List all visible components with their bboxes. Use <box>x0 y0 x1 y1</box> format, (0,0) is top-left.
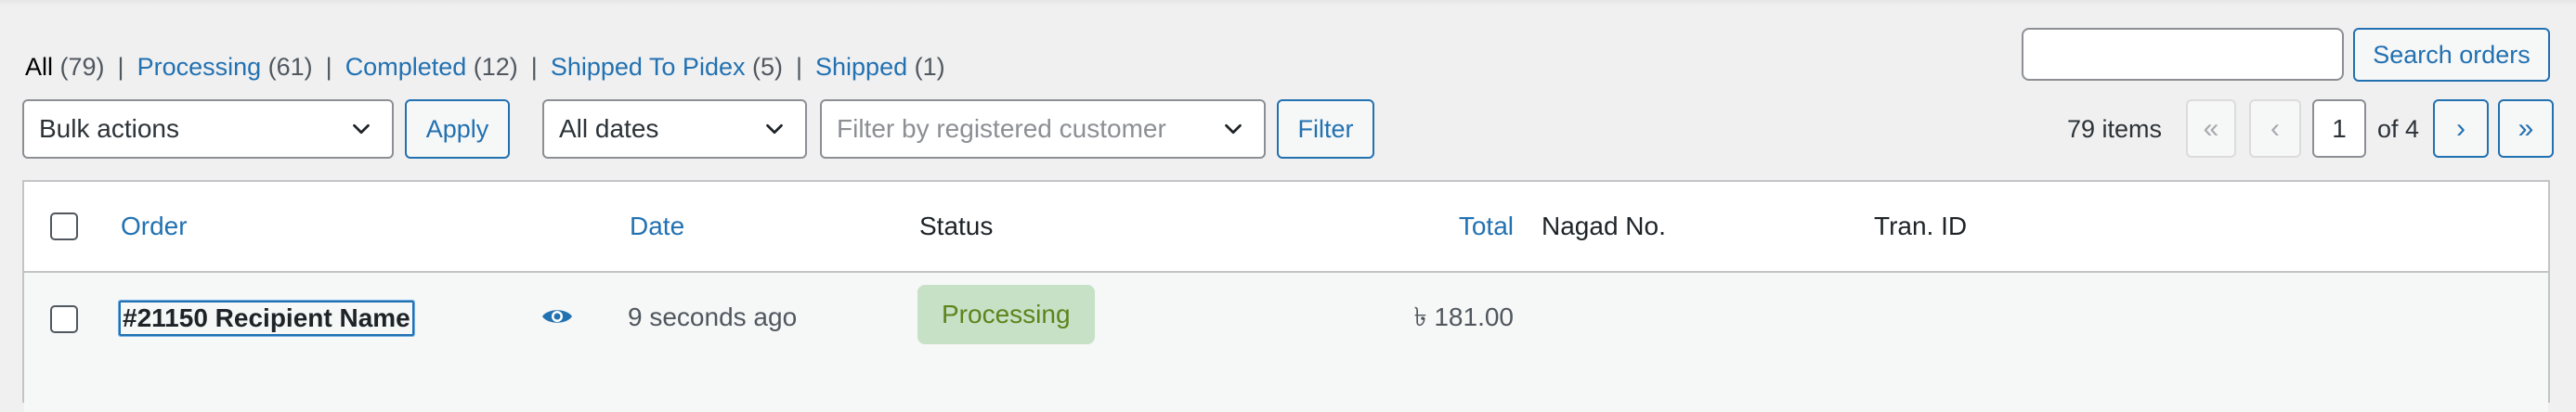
chevron-down-icon <box>1225 123 1242 135</box>
total-pages-text: of 4 <box>2377 115 2420 143</box>
status-badge: Processing <box>917 285 1095 344</box>
orders-table: Order Date Status Total Nagad No. Tran. … <box>22 180 2550 412</box>
dates-select[interactable]: All dates <box>542 99 807 159</box>
row-checkbox[interactable] <box>50 305 78 333</box>
column-total[interactable]: Total <box>1231 208 1514 245</box>
column-nagad-no: Nagad No. <box>1542 212 1666 240</box>
apply-button[interactable]: Apply <box>405 99 510 159</box>
filter-shipped[interactable]: Shipped (1) <box>815 53 945 81</box>
table-header: Order Date Status Total Nagad No. Tran. … <box>24 182 2548 273</box>
customer-filter-select[interactable]: Filter by registered customer <box>820 99 1266 159</box>
filter-shipped-to-pidex-label: Shipped To Pidex <box>550 53 746 81</box>
last-page-button[interactable]: » <box>2498 99 2554 158</box>
dates-value: All dates <box>559 114 659 143</box>
separator: | <box>325 53 332 81</box>
search-orders-button[interactable]: Search orders <box>2353 28 2550 82</box>
status-filter-links: All (79) | Processing (61) | Completed (12) |… <box>25 48 945 85</box>
select-all-checkbox[interactable] <box>50 212 78 240</box>
prev-page-button: ‹ <box>2249 99 2301 158</box>
filter-all-label: All <box>25 53 54 81</box>
filter-button[interactable]: Filter <box>1277 99 1374 159</box>
filter-shipped-to-pidex[interactable]: Shipped To Pidex (5) <box>551 53 783 81</box>
customer-filter-placeholder: Filter by registered customer <box>837 114 1166 143</box>
items-count: 79 items <box>2067 115 2163 143</box>
column-status: Status <box>919 212 994 240</box>
filter-completed[interactable]: Completed (12) <box>345 53 518 81</box>
current-page-input[interactable] <box>2312 99 2366 158</box>
column-tran-id: Tran. ID <box>1874 212 1968 240</box>
bulk-actions-value: Bulk actions <box>39 114 179 143</box>
first-page-button: « <box>2186 99 2236 158</box>
bulk-actions-select[interactable]: Bulk actions <box>22 99 394 159</box>
filter-shipped-label: Shipped <box>815 53 908 81</box>
top-edge <box>0 0 2576 6</box>
filter-completed-label: Completed <box>345 53 467 81</box>
chevron-down-icon <box>766 123 783 135</box>
order-date: 9 seconds ago <box>628 303 798 331</box>
filter-shipped-count: (1) <box>914 53 945 81</box>
next-page-button[interactable]: › <box>2433 99 2489 158</box>
filter-processing-count: (61) <box>267 53 313 81</box>
filter-all-count: (79) <box>59 53 105 81</box>
filter-all[interactable]: All (79) <box>25 53 105 81</box>
separator: | <box>117 53 124 81</box>
filter-processing-label: Processing <box>137 53 262 81</box>
chevron-down-icon <box>353 123 370 135</box>
order-link[interactable]: #21150 Recipient Name <box>119 301 414 336</box>
column-date[interactable]: Date <box>630 208 684 245</box>
separator: | <box>530 53 538 81</box>
filter-processing[interactable]: Processing (61) <box>137 53 313 81</box>
separator: | <box>796 53 803 81</box>
column-order[interactable]: Order <box>121 208 188 245</box>
eye-icon[interactable] <box>540 304 574 328</box>
table-row[interactable]: #21150 Recipient Name 9 seconds ago Proc… <box>24 273 2548 412</box>
order-total: ৳ 181.00 <box>1413 303 1514 331</box>
filter-completed-count: (12) <box>473 53 518 81</box>
search-input[interactable] <box>2022 28 2344 81</box>
filter-shipped-to-pidex-count: (5) <box>752 53 783 81</box>
